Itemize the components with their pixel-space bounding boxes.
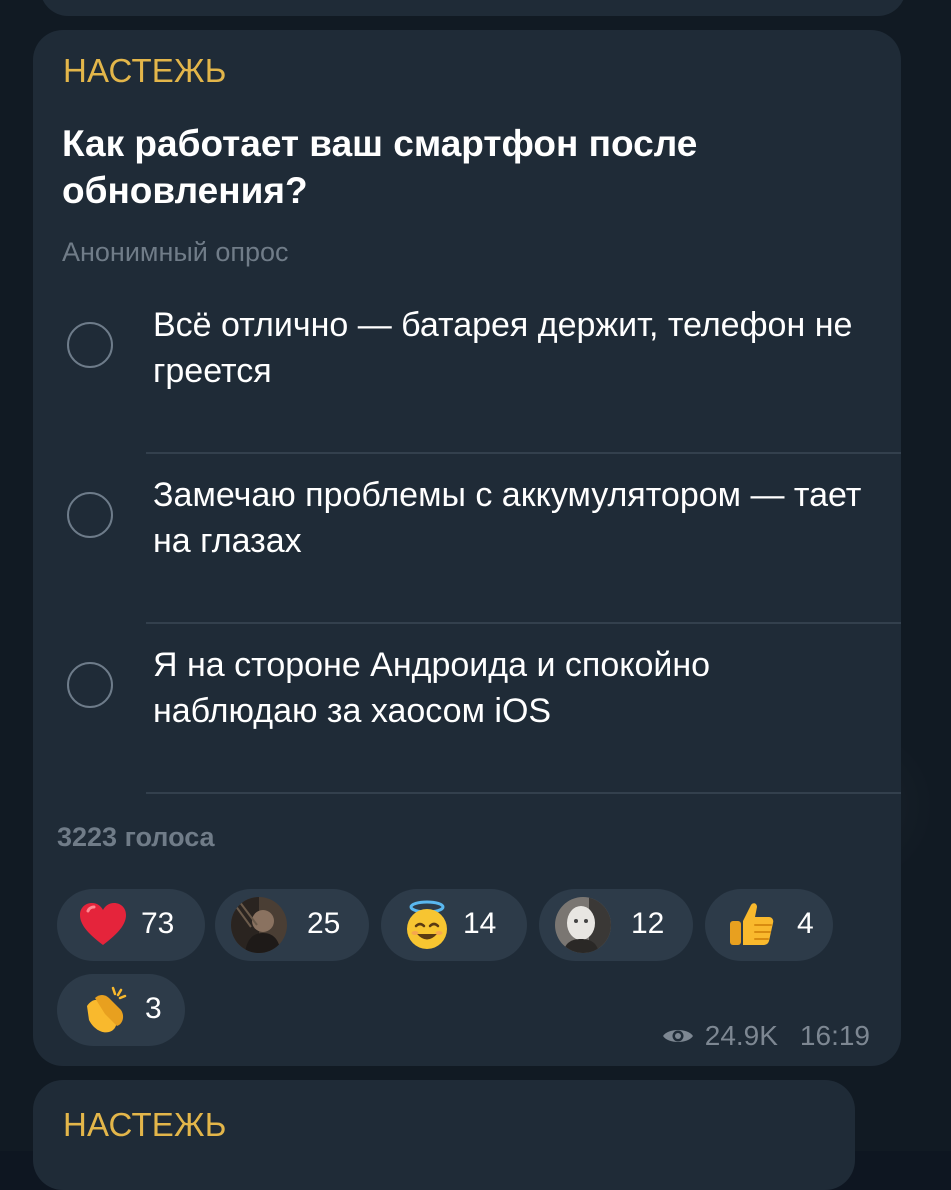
reaction-angel[interactable]: 14	[381, 889, 527, 961]
channel-name[interactable]: НАСТЕЖЬ	[63, 52, 227, 90]
radio-button[interactable]	[67, 662, 113, 708]
clapping-hands-emoji-icon	[87, 986, 127, 1033]
reaction-thumbs-up[interactable]: 4	[705, 889, 833, 961]
poll-option-text: Я на стороне Андроида и спокойно наблюда…	[153, 646, 711, 730]
channel-name[interactable]: НАСТЕЖЬ	[63, 1106, 227, 1144]
reaction-avatar-light[interactable]: 12	[539, 889, 693, 961]
reaction-count: 12	[631, 907, 665, 940]
poll-type-label: Анонимный опрос	[62, 237, 289, 267]
message-meta: 24.9K 16:19	[661, 1020, 870, 1052]
angel-smiley-emoji-icon	[407, 900, 447, 949]
radio-button[interactable]	[67, 322, 113, 368]
poll-option-text: Замечаю проблемы с аккумулятором — тает …	[153, 476, 862, 560]
message-time: 16:19	[799, 1020, 870, 1051]
user-avatar-dark-icon	[231, 897, 287, 953]
poll-question: Как работает ваш смартфон после обновлен…	[62, 123, 698, 211]
previous-message-bubble[interactable]	[40, 0, 906, 16]
view-count: 24.9K	[704, 1020, 778, 1051]
reaction-avatar-dark[interactable]: 25	[215, 889, 369, 961]
reaction-count: 25	[307, 907, 341, 940]
vote-count[interactable]: 3223 голоса	[57, 822, 215, 853]
eye-icon	[662, 1030, 693, 1042]
thumbs-up-emoji-icon	[730, 903, 774, 945]
reaction-count: 73	[141, 907, 175, 940]
option-divider	[146, 452, 901, 454]
heart-emoji-icon	[80, 903, 126, 945]
user-avatar-light-icon	[555, 897, 611, 953]
reaction-clapping[interactable]: 3	[57, 974, 185, 1046]
reaction-heart[interactable]: 73	[57, 889, 205, 961]
next-message-bubble[interactable]: НАСТЕЖЬ	[33, 1080, 855, 1190]
reaction-count: 3	[145, 992, 162, 1025]
option-divider	[146, 622, 901, 624]
poll-message-bubble[interactable]: НАСТЕЖЬ Как работает ваш смартфон после …	[33, 30, 901, 1066]
reaction-count: 14	[463, 907, 497, 940]
option-divider	[146, 792, 901, 794]
reaction-count: 4	[797, 907, 814, 940]
poll-option-text: Всё отлично — батарея держит, телефон не…	[153, 306, 853, 390]
radio-button[interactable]	[67, 492, 113, 538]
